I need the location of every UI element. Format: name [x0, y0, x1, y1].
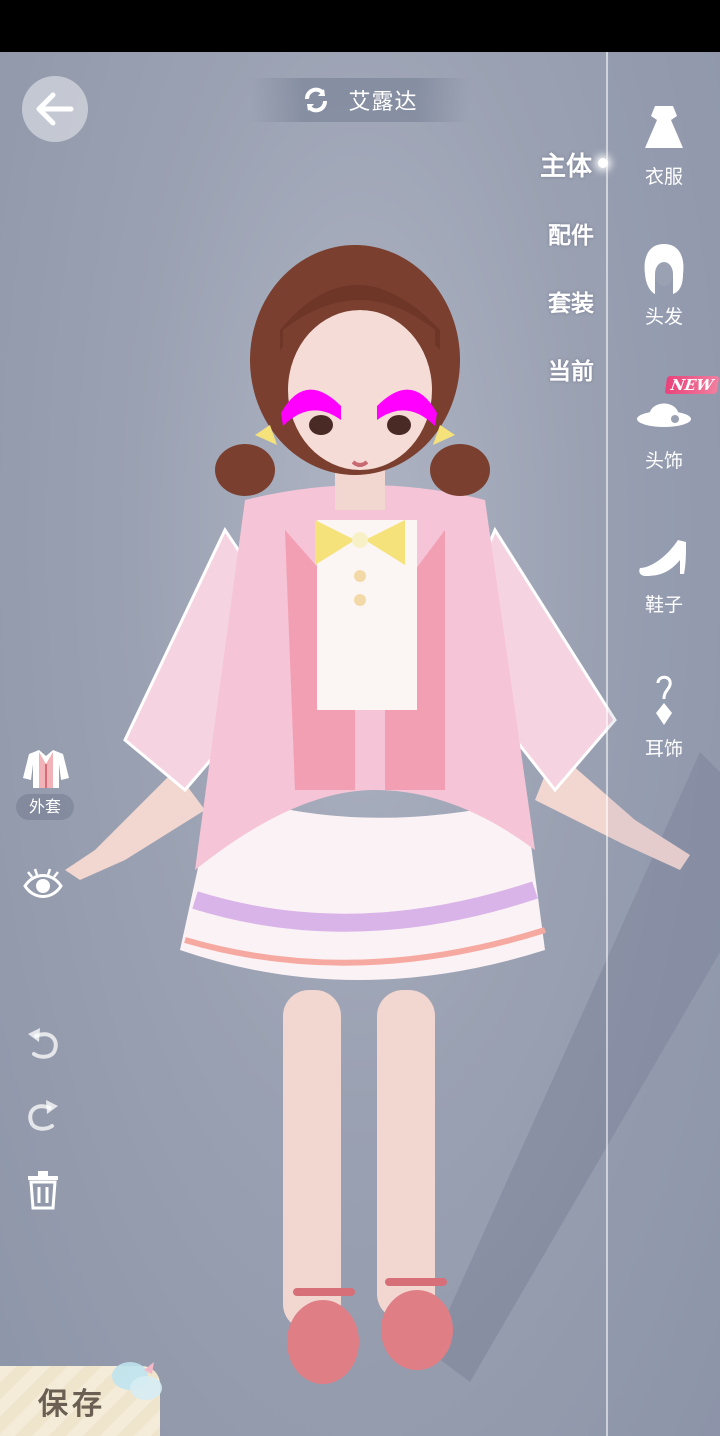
slot-earrings-label: 耳饰 [644, 738, 683, 760]
slot-clothes[interactable]: 衣服 [620, 98, 708, 189]
character-name: 艾露达 [348, 90, 418, 115]
slot-shoes-label: 鞋子 [644, 594, 683, 616]
candy-decoration-icon [112, 1362, 162, 1400]
back-button[interactable] [22, 76, 88, 142]
active-tab-indicator [598, 158, 608, 168]
arrow-left-icon [36, 92, 74, 126]
high-heel-icon [639, 540, 686, 576]
redo-icon[interactable] [24, 1096, 62, 1134]
slot-earrings[interactable]: 耳饰 [620, 670, 708, 761]
slot-headwear[interactable]: 头饰 [620, 382, 708, 473]
left-shoe [287, 1300, 359, 1384]
coat-toggle[interactable] [20, 746, 72, 792]
right-shoe [381, 1290, 453, 1370]
eye-icon[interactable] [22, 868, 64, 904]
left-pigtail [215, 444, 275, 496]
save-label: 保存 [38, 1387, 106, 1422]
hair-icon [644, 244, 684, 294]
left-leg [283, 990, 341, 1330]
undo-icon[interactable] [24, 1024, 62, 1062]
tab-accessories[interactable]: 配件 [548, 216, 594, 250]
slot-shoes[interactable]: 鞋子 [620, 526, 708, 617]
slot-hair[interactable]: 头发 [620, 238, 708, 329]
right-leg [377, 990, 435, 1320]
right-pigtail [430, 444, 490, 496]
status-bar [0, 0, 720, 52]
slot-clothes-label: 衣服 [644, 166, 683, 188]
earring-icon [656, 675, 672, 725]
slot-hair-label: 头发 [644, 306, 683, 328]
coat-label[interactable]: 外套 [16, 794, 74, 820]
character-name-bar[interactable]: 艾露达 [250, 78, 470, 122]
swap-icon[interactable] [302, 86, 330, 114]
dress-icon [645, 106, 683, 148]
tab-main[interactable]: 主体 [540, 146, 592, 183]
tab-current[interactable]: 当前 [548, 352, 594, 386]
hat-icon [637, 403, 691, 427]
coat-icon [23, 750, 69, 788]
slot-headwear-label: 头饰 [644, 450, 683, 472]
trash-icon[interactable] [26, 1170, 60, 1210]
tab-outfits[interactable]: 套装 [548, 284, 594, 318]
